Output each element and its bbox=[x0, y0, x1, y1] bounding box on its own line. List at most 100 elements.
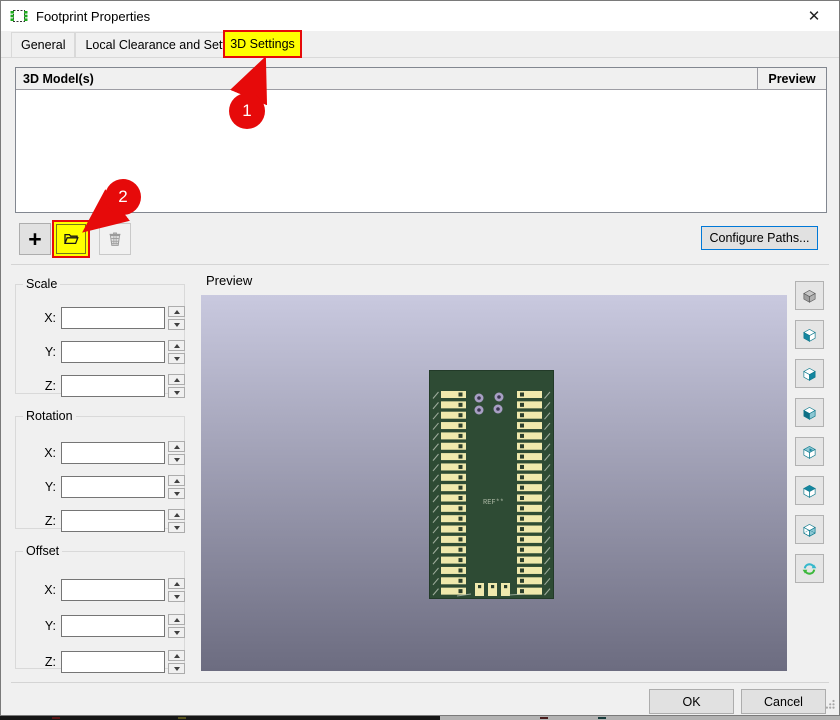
annotation-step-2: 2 bbox=[105, 179, 141, 215]
rotation-y-spinner bbox=[168, 475, 185, 499]
trash-icon bbox=[106, 229, 124, 249]
view-back-button[interactable] bbox=[795, 437, 824, 466]
delete-model-button[interactable] bbox=[99, 223, 131, 255]
spin-up-button[interactable] bbox=[168, 441, 185, 452]
scale-y-input[interactable] bbox=[61, 341, 165, 363]
folder-icon bbox=[63, 230, 79, 248]
3d-preview-viewport[interactable]: REF** bbox=[201, 295, 787, 671]
up-arrow-icon bbox=[174, 479, 180, 483]
rotation-x-label: X: bbox=[20, 446, 56, 460]
footprint-properties-dialog: Footprint Properties ✕ General Local Cle… bbox=[0, 0, 840, 716]
view-left-button[interactable] bbox=[795, 320, 824, 349]
view-back-cube-icon bbox=[802, 440, 817, 464]
model-list-header: 3D Model(s) Preview bbox=[16, 68, 826, 90]
window-title: Footprint Properties bbox=[36, 9, 150, 24]
pcb-3d-render: REF** bbox=[429, 370, 554, 599]
down-arrow-icon bbox=[174, 357, 180, 361]
view-front-cube-icon bbox=[802, 401, 817, 425]
offset-x-spinner bbox=[168, 578, 185, 602]
view-isometric-button[interactable] bbox=[795, 281, 824, 310]
scale-z-input[interactable] bbox=[61, 375, 165, 397]
spin-down-button[interactable] bbox=[168, 454, 185, 465]
desktop-strip-dark bbox=[0, 716, 440, 720]
spin-up-button[interactable] bbox=[168, 650, 185, 661]
rotation-y-input[interactable] bbox=[61, 476, 165, 498]
spin-down-button[interactable] bbox=[168, 663, 185, 674]
down-arrow-icon bbox=[174, 631, 180, 635]
spin-up-button[interactable] bbox=[168, 614, 185, 625]
view-top-cube-icon bbox=[802, 479, 817, 503]
close-button[interactable]: ✕ bbox=[803, 6, 825, 26]
rotation-z-input[interactable] bbox=[61, 510, 165, 532]
screen: Footprint Properties ✕ General Local Cle… bbox=[0, 0, 840, 720]
tab-general[interactable]: General bbox=[11, 32, 75, 57]
spin-down-button[interactable] bbox=[168, 387, 185, 398]
annotation-step-1: 1 bbox=[229, 93, 265, 129]
rotation-y-label: Y: bbox=[20, 480, 56, 494]
tab-bar: General Local Clearance and Settings bbox=[1, 31, 839, 58]
view-bottom-button[interactable] bbox=[795, 515, 824, 544]
spin-down-button[interactable] bbox=[168, 627, 185, 638]
view-bottom-cube-icon bbox=[802, 518, 817, 542]
rotation-x-input[interactable] bbox=[61, 442, 165, 464]
spin-up-button[interactable] bbox=[168, 578, 185, 589]
rotation-x-spinner bbox=[168, 441, 185, 465]
pcb-ref-text: REF** bbox=[483, 499, 504, 507]
tab-3d-settings[interactable]: 3D Settings bbox=[223, 30, 302, 58]
scale-x-input[interactable] bbox=[61, 307, 165, 329]
scale-x-label: X: bbox=[20, 311, 56, 325]
spin-down-button[interactable] bbox=[168, 319, 185, 330]
up-arrow-icon bbox=[174, 582, 180, 586]
tab-3d-settings-label: 3D Settings bbox=[230, 37, 295, 51]
down-arrow-icon bbox=[174, 458, 180, 462]
refresh-arrows-icon bbox=[802, 557, 817, 581]
offset-y-input[interactable] bbox=[61, 615, 165, 637]
folder-button-highlight bbox=[52, 220, 90, 258]
view-left-cube-icon bbox=[802, 323, 817, 347]
rotation-z-label: Z: bbox=[20, 514, 56, 528]
offset-y-label: Y: bbox=[20, 619, 56, 633]
offset-group: Offset X: Y: Z: bbox=[15, 544, 185, 669]
scale-z-label: Z: bbox=[20, 379, 56, 393]
spin-up-button[interactable] bbox=[168, 374, 185, 385]
view-right-button[interactable] bbox=[795, 359, 824, 388]
spin-down-button[interactable] bbox=[168, 488, 185, 499]
offset-z-spinner bbox=[168, 650, 185, 674]
spin-up-button[interactable] bbox=[168, 306, 185, 317]
spin-up-button[interactable] bbox=[168, 509, 185, 520]
tab-general-label: General bbox=[21, 38, 65, 52]
ok-button[interactable]: OK bbox=[649, 689, 734, 714]
cancel-button[interactable]: Cancel bbox=[741, 689, 826, 714]
up-arrow-icon bbox=[174, 513, 180, 517]
scale-group: Scale X: Y: Z: bbox=[15, 277, 185, 394]
up-arrow-icon bbox=[174, 445, 180, 449]
offset-x-input[interactable] bbox=[61, 579, 165, 601]
offset-z-label: Z: bbox=[20, 655, 56, 669]
title-bar[interactable]: Footprint Properties ✕ bbox=[1, 1, 839, 31]
refresh-view-button[interactable] bbox=[795, 554, 824, 583]
spin-down-button[interactable] bbox=[168, 522, 185, 533]
spin-down-button[interactable] bbox=[168, 591, 185, 602]
resize-grip[interactable] bbox=[824, 698, 836, 710]
preview-section-label: Preview bbox=[206, 273, 252, 288]
browse-model-button[interactable] bbox=[56, 224, 86, 254]
desktop-speck bbox=[178, 717, 186, 719]
spin-down-button[interactable] bbox=[168, 353, 185, 364]
rotation-z-spinner bbox=[168, 509, 185, 533]
offset-group-title: Offset bbox=[23, 544, 62, 558]
offset-y-spinner bbox=[168, 614, 185, 638]
offset-x-label: X: bbox=[20, 583, 56, 597]
down-arrow-icon bbox=[174, 595, 180, 599]
isometric-cube-icon bbox=[802, 284, 817, 308]
view-front-button[interactable] bbox=[795, 398, 824, 427]
footer-separator bbox=[11, 682, 829, 683]
spin-up-button[interactable] bbox=[168, 340, 185, 351]
configure-paths-button[interactable]: Configure Paths... bbox=[701, 226, 818, 250]
add-model-button[interactable]: + bbox=[19, 223, 51, 255]
offset-z-input[interactable] bbox=[61, 651, 165, 673]
desktop-strip bbox=[0, 716, 840, 720]
down-arrow-icon bbox=[174, 667, 180, 671]
scale-z-spinner bbox=[168, 374, 185, 398]
spin-up-button[interactable] bbox=[168, 475, 185, 486]
view-top-button[interactable] bbox=[795, 476, 824, 505]
